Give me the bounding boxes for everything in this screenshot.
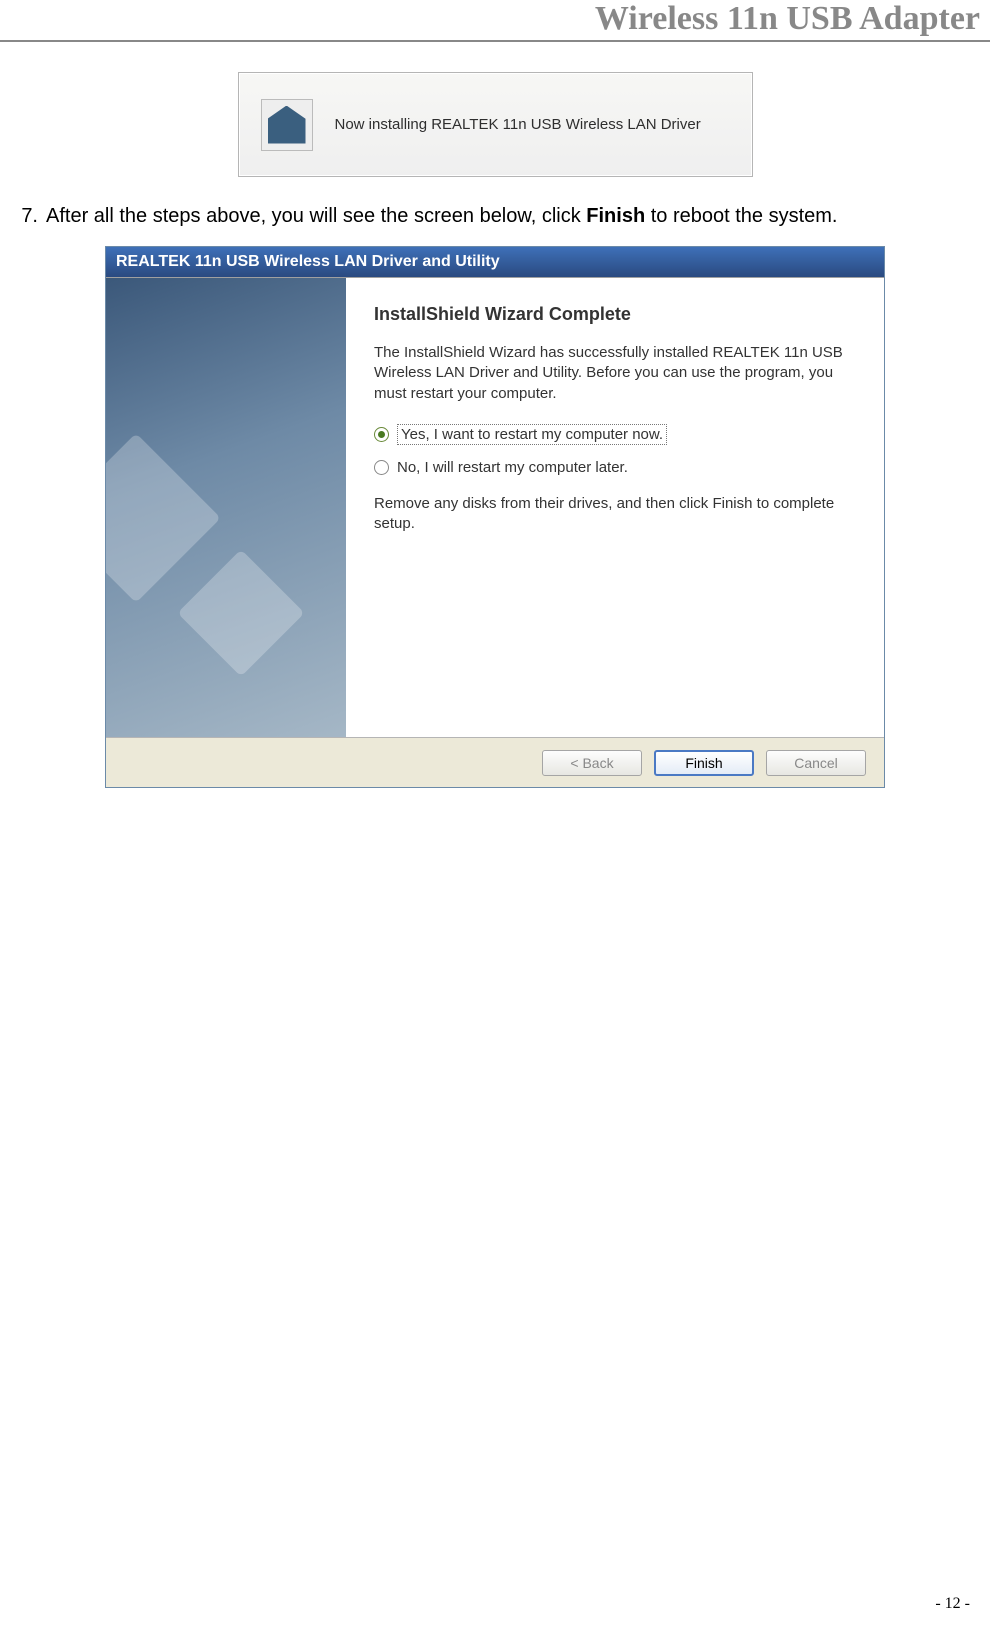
install-banner-text: Now installing REALTEK 11n USB Wireless … [335,116,701,133]
installer-window: REALTEK 11n USB Wireless LAN Driver and … [105,246,885,788]
finish-button[interactable]: Finish [654,750,754,776]
step-text-bold: Finish [586,205,645,227]
installer-side-graphic [106,278,346,737]
back-button: < Back [542,750,642,776]
radio-icon-unselected[interactable] [374,460,389,475]
radio-restart-later-label: No, I will restart my computer later. [397,459,628,476]
radio-restart-now[interactable]: Yes, I want to restart my computer now. [374,424,856,445]
cancel-button: Cancel [766,750,866,776]
installer-body: InstallShield Wizard Complete The Instal… [106,277,884,737]
step-7: 7. After all the steps above, you will s… [10,205,980,228]
page-content: Now installing REALTEK 11n USB Wireless … [0,42,990,788]
install-banner-wrap: Now installing REALTEK 11n USB Wireless … [10,72,980,177]
step-text-before: After all the steps above, you will see … [46,205,586,227]
installer-screenshot: REALTEK 11n USB Wireless LAN Driver and … [10,246,980,788]
page-header: Wireless 11n USB Adapter [0,0,990,42]
document-title: Wireless 11n USB Adapter [595,0,980,37]
wizard-remove-disks: Remove any disks from their drives, and … [374,494,856,535]
radio-icon-selected[interactable] [374,427,389,442]
wizard-paragraph: The InstallShield Wizard has successfull… [374,343,856,404]
step-text-after: to reboot the system. [645,205,837,227]
radio-restart-now-label: Yes, I want to restart my computer now. [397,424,667,445]
install-banner: Now installing REALTEK 11n USB Wireless … [238,72,753,177]
installer-main-panel: InstallShield Wizard Complete The Instal… [346,278,884,737]
page-number: - 12 - [935,1595,970,1613]
installer-titlebar: REALTEK 11n USB Wireless LAN Driver and … [106,247,884,277]
step-text: After all the steps above, you will see … [46,205,838,228]
installer-button-bar: < Back Finish Cancel [106,737,884,787]
radio-restart-later[interactable]: No, I will restart my computer later. [374,459,856,476]
step-number: 7. [10,205,38,228]
wizard-heading: InstallShield Wizard Complete [374,304,856,325]
box-icon [261,99,313,151]
